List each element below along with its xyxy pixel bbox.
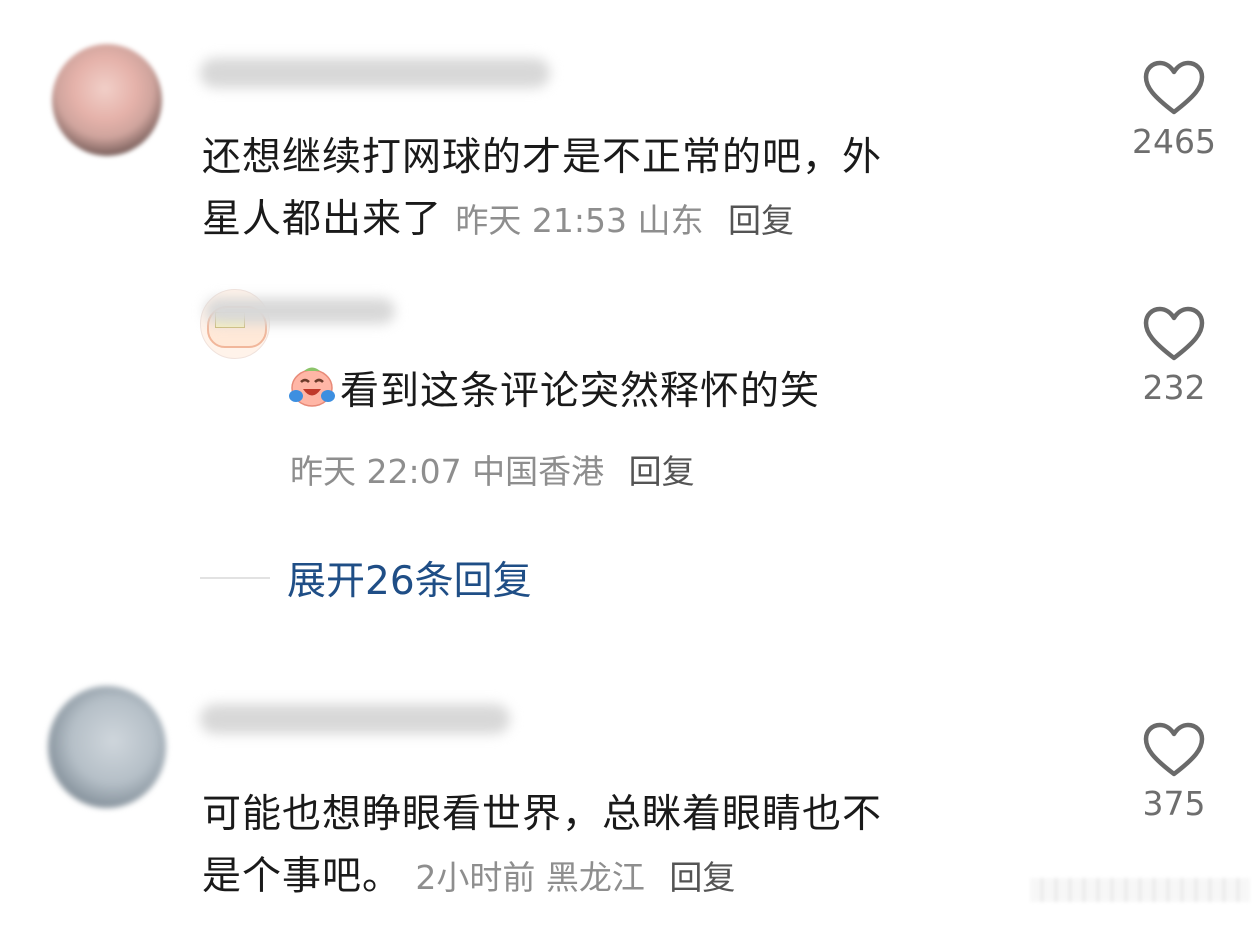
username-blurred[interactable] — [200, 58, 550, 88]
like-count: 375 — [1142, 784, 1206, 823]
like-count: 2465 — [1132, 122, 1216, 161]
comment-text-line1: 可能也想睁眼看世界，总眯着眼睛也不 — [202, 792, 883, 837]
like-button[interactable]: 375 — [1124, 722, 1224, 823]
reply-username-blurred[interactable] — [205, 298, 395, 324]
heart-outline-icon — [1143, 722, 1205, 777]
reply-button[interactable]: 回复 — [728, 201, 794, 240]
comment-meta: 2小时前 黑龙江 回复 — [415, 858, 735, 897]
comment-text-line2: 星人都出来了 — [202, 197, 443, 242]
comment-text[interactable]: 还想继续打网球的才是不正常的吧，外 星人都出来了 昨天 21:53 山东 回复 — [202, 127, 882, 252]
comment-text-line2-row: 是个事吧。 2小时前 黑龙江 回复 — [202, 846, 882, 909]
avatar[interactable] — [48, 686, 166, 808]
reply-button[interactable]: 回复 — [669, 858, 735, 897]
expand-divider — [200, 577, 270, 579]
avatar[interactable] — [52, 44, 162, 156]
reply-text-row[interactable]: 看到这条评论突然释怀的笑 — [288, 362, 820, 420]
comment-time: 昨天 21:53 — [455, 201, 628, 240]
heart-outline-icon — [1143, 306, 1205, 361]
comment-location: 黑龙江 — [545, 858, 645, 897]
reply-like-button[interactable]: 232 — [1124, 306, 1224, 407]
comment-text[interactable]: 可能也想睁眼看世界，总眯着眼睛也不 是个事吧。 2小时前 黑龙江 回复 — [202, 784, 882, 909]
like-button[interactable]: 2465 — [1124, 60, 1224, 161]
watermark-blur — [1030, 878, 1250, 902]
laughing-crying-emoji — [288, 362, 336, 410]
expand-replies-link[interactable]: 展开26条回复 — [287, 550, 532, 606]
reply-meta: 昨天 22:07 中国香港 回复 — [290, 445, 695, 493]
comment-time: 2小时前 — [415, 858, 536, 897]
reply-time: 昨天 22:07 — [290, 452, 462, 491]
comment-text-line2-row: 星人都出来了 昨天 21:53 山东 回复 — [202, 189, 882, 252]
heart-outline-icon — [1143, 60, 1205, 115]
comment-meta: 昨天 21:53 山东 回复 — [455, 201, 794, 240]
comment-location: 山东 — [637, 201, 704, 240]
reply-button[interactable]: 回复 — [629, 452, 695, 491]
comment-text-line2: 是个事吧。 — [202, 854, 403, 899]
reply-text: 看到这条评论突然释怀的笑 — [340, 369, 821, 414]
reply-location: 中国香港 — [472, 452, 605, 491]
comment-text-line1: 还想继续打网球的才是不正常的吧，外 — [202, 135, 883, 180]
reply-like-count: 232 — [1142, 368, 1206, 407]
username-blurred[interactable] — [200, 704, 510, 734]
